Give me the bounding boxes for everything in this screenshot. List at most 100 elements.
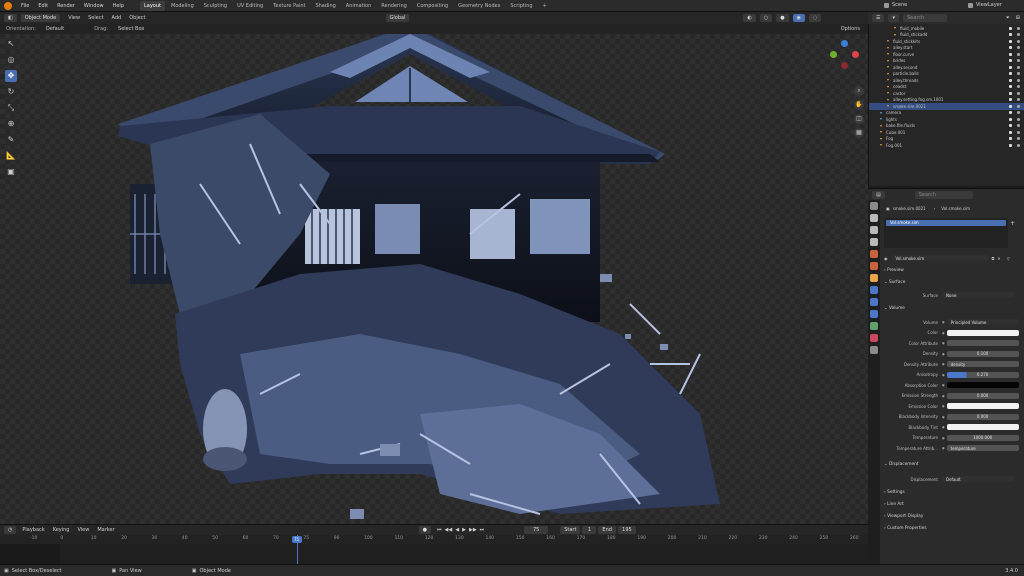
3d-cursor-tool-icon[interactable]: ◎: [5, 54, 17, 66]
outliner-filter-icon[interactable]: ⏷: [1006, 15, 1010, 21]
section-surface[interactable]: ⌄ Surface: [884, 280, 905, 285]
current-frame-field[interactable]: 75: [524, 526, 549, 534]
measure-tool-icon[interactable]: 📐: [5, 150, 17, 162]
jump-start-icon[interactable]: ⏮: [437, 527, 442, 533]
exclude-checkbox-icon[interactable]: [1009, 33, 1012, 37]
exclude-checkbox-icon[interactable]: [1009, 39, 1012, 43]
mode-selector[interactable]: Object Mode: [20, 14, 61, 22]
rotate-tool-icon[interactable]: ↻: [5, 86, 17, 98]
outliner-filter-mode-icon[interactable]: ▾: [888, 14, 899, 22]
tab-geometry-nodes[interactable]: Geometry Nodes: [454, 1, 504, 11]
section-displacement[interactable]: ⌄ Displacement: [884, 462, 919, 467]
visibility-eye-icon[interactable]: [1017, 72, 1020, 76]
visibility-eye-icon[interactable]: [1017, 39, 1020, 43]
visibility-eye-icon[interactable]: [1017, 130, 1020, 134]
exclude-checkbox-icon[interactable]: [1009, 104, 1012, 108]
exclude-checkbox-icon[interactable]: [1009, 85, 1012, 89]
3d-viewport[interactable]: ↖ ◎ ✥ ↻ ⤡ ⊕ ✎ 📐 ▣ ⌕ ✋ ◫ ▦: [0, 34, 868, 524]
zoom-icon[interactable]: ⌕: [854, 86, 864, 96]
add-workspace-icon[interactable]: +: [539, 1, 551, 11]
play-reverse-icon[interactable]: ◀: [455, 527, 459, 533]
menu-window[interactable]: Window: [84, 3, 104, 9]
menu-edit[interactable]: Edit: [38, 3, 48, 9]
properties-editor-icon[interactable]: ▤: [872, 190, 885, 199]
section-viewport-display[interactable]: › Viewport Display: [884, 514, 923, 519]
end-frame-field[interactable]: 195: [617, 526, 636, 534]
wireframe-shading-icon[interactable]: ○: [759, 14, 773, 22]
transform-orientation[interactable]: Global: [385, 14, 410, 22]
jump-end-icon[interactable]: ⏭: [480, 527, 485, 533]
volume-property-field[interactable]: 0.270: [946, 371, 1019, 378]
exclude-checkbox-icon[interactable]: [1009, 111, 1012, 115]
menu-select[interactable]: Select: [88, 15, 103, 21]
exclude-checkbox-icon[interactable]: [1009, 26, 1012, 30]
exclude-checkbox-icon[interactable]: [1009, 130, 1012, 134]
tab-layout[interactable]: Layout: [140, 0, 165, 11]
volume-property-field[interactable]: [946, 340, 1019, 346]
outliner-row[interactable]: ▾ Fog.001: [869, 142, 1024, 149]
color-swatch[interactable]: [946, 403, 1019, 409]
exclude-checkbox-icon[interactable]: [1009, 98, 1012, 102]
transform-tool-icon[interactable]: ⊕: [5, 118, 17, 130]
visibility-eye-icon[interactable]: [1017, 124, 1020, 128]
start-frame-field[interactable]: 1: [582, 526, 597, 534]
solid-shading-icon[interactable]: ●: [776, 14, 789, 22]
tab-shading[interactable]: Shading: [311, 1, 339, 11]
object-tab-icon[interactable]: [870, 274, 878, 282]
gizmo-z-axis[interactable]: [841, 40, 848, 47]
socket-link-icon[interactable]: ●: [942, 425, 945, 429]
scene-selector[interactable]: Scene: [884, 2, 907, 8]
blender-logo-icon[interactable]: [4, 1, 12, 10]
visibility-eye-icon[interactable]: [1017, 111, 1020, 115]
exclude-checkbox-icon[interactable]: [1009, 59, 1012, 63]
menu-file[interactable]: File: [21, 3, 29, 9]
world-tab-icon[interactable]: [870, 262, 878, 270]
editor-type-icon[interactable]: ◧: [4, 14, 17, 22]
visibility-eye-icon[interactable]: [1017, 117, 1020, 121]
visibility-eye-icon[interactable]: [1017, 33, 1020, 37]
visibility-eye-icon[interactable]: [1017, 52, 1020, 56]
tool-tab-icon[interactable]: [870, 202, 878, 210]
properties-search-input[interactable]: Search: [914, 190, 973, 199]
tab-scripting[interactable]: Scripting: [506, 1, 536, 11]
section-volume[interactable]: ⌄ Volume: [884, 306, 905, 311]
physics-tab-icon[interactable]: [870, 310, 878, 318]
tab-modeling[interactable]: Modeling: [167, 1, 198, 11]
rendered-shading-icon[interactable]: ◌: [808, 14, 822, 22]
material-shading-icon[interactable]: ◉: [792, 14, 805, 22]
socket-link-icon[interactable]: ●: [942, 394, 945, 398]
material-filter-icon[interactable]: ▽: [1007, 256, 1010, 261]
view-layer-selector[interactable]: ViewLayer: [968, 2, 1002, 8]
tab-animation[interactable]: Animation: [342, 1, 376, 11]
visibility-eye-icon[interactable]: [1017, 98, 1020, 102]
record-icon[interactable]: ●: [418, 526, 432, 534]
texture-tab-icon[interactable]: [870, 346, 878, 354]
outliner-editor-icon[interactable]: ☰: [872, 14, 885, 22]
gizmo-x-axis[interactable]: [852, 51, 859, 58]
volume-property-field[interactable]: density: [946, 361, 1019, 367]
section-settings[interactable]: › Settings: [884, 490, 905, 495]
material-copy-icon[interactable]: ⧉: [992, 256, 995, 261]
volume-property-field[interactable]: 0.000: [946, 392, 1019, 399]
socket-link-icon[interactable]: ●: [942, 352, 945, 356]
modifiers-tab-icon[interactable]: [870, 286, 878, 294]
volume-property-field[interactable]: 1000.000: [946, 434, 1019, 441]
exclude-checkbox-icon[interactable]: [1009, 72, 1012, 76]
exclude-checkbox-icon[interactable]: [1009, 65, 1012, 69]
exclude-checkbox-icon[interactable]: [1009, 91, 1012, 95]
gizmo-neg-x-axis[interactable]: [841, 62, 848, 69]
socket-link-icon[interactable]: ●: [942, 415, 945, 419]
drag-value[interactable]: Select Box: [118, 26, 144, 32]
socket-link-icon[interactable]: ●: [942, 383, 945, 387]
tab-compositing[interactable]: Compositing: [413, 1, 452, 11]
gizmo-y-axis[interactable]: [830, 51, 837, 58]
add-cube-tool-icon[interactable]: ▣: [5, 166, 17, 178]
exclude-checkbox-icon[interactable]: [1009, 137, 1012, 141]
volume-property-field[interactable]: Principled Volume: [946, 319, 1019, 325]
tab-sculpting[interactable]: Sculpting: [200, 1, 231, 11]
color-swatch[interactable]: [946, 424, 1019, 430]
material-name-field[interactable]: Vol.smoke.sim: [891, 255, 988, 261]
socket-link-icon[interactable]: ●: [942, 373, 945, 377]
navigation-gizmo[interactable]: [830, 40, 860, 70]
menu-keying[interactable]: Keying: [53, 527, 70, 533]
